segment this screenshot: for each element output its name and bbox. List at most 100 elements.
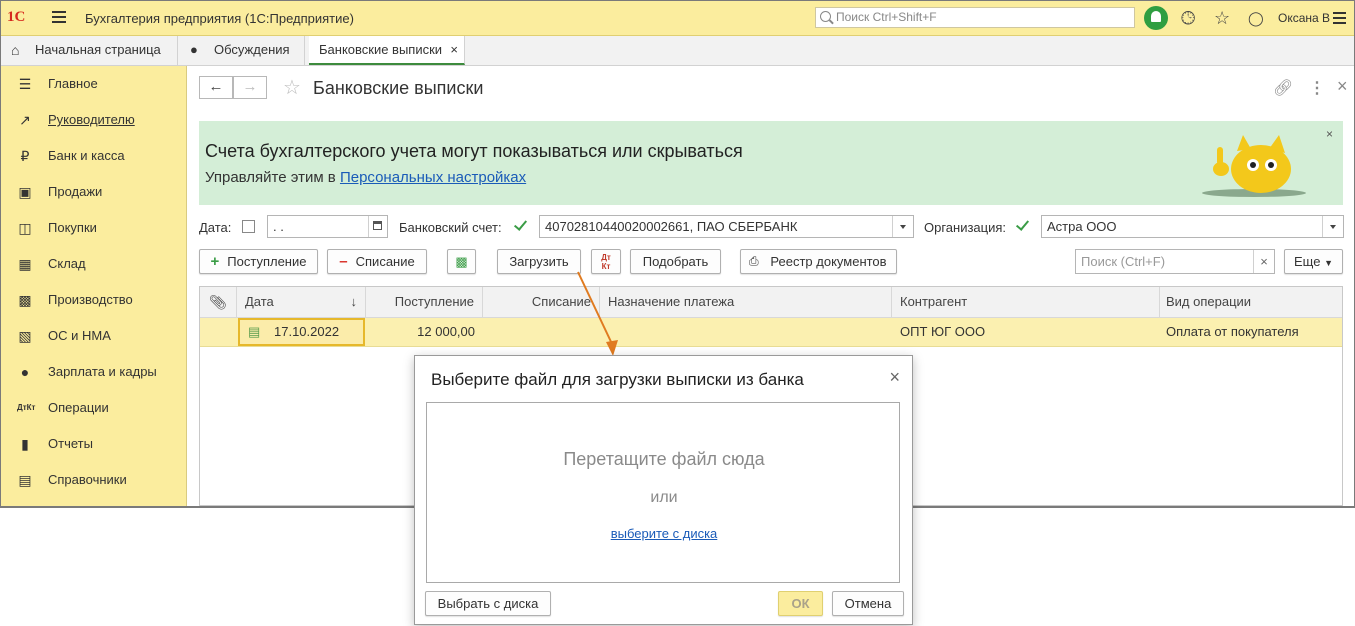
row-receipt-cell: 12 000,00: [417, 324, 475, 339]
dialog-title: Выберите файл для загрузки выписки из ба…: [431, 370, 804, 389]
file-drop-zone[interactable]: Перетащите файл сюда или выберите с диск…: [426, 402, 900, 583]
factory-icon: ▩: [18, 292, 32, 308]
favorite-star-icon[interactable]: ☆: [283, 75, 301, 100]
row-purpose-cell: [608, 318, 888, 346]
sidebar-item-fixed-assets[interactable]: ▧ ОС и НМА: [1, 318, 186, 354]
drop-hint-text: Перетащите файл сюда: [563, 449, 765, 469]
writeoff-button[interactable]: – Списание: [327, 249, 427, 274]
info-banner: Счета бухгалтерского учета могут показыв…: [199, 121, 1343, 205]
column-counterparty[interactable]: Контрагент: [892, 287, 1160, 317]
column-date[interactable]: Дата ↓: [237, 287, 366, 317]
bank-account-checkbox[interactable]: [514, 219, 527, 232]
home-icon: ⌂: [11, 42, 20, 58]
table-header: 📎︎ Дата ↓ Поступление Списание Назначение…: [200, 287, 1342, 318]
bank-account-select[interactable]: 40702810440020002661, ПАО СБЕРБАНК: [539, 215, 914, 238]
receipt-button[interactable]: + Поступление: [199, 249, 318, 274]
chat-icon: ●: [190, 42, 198, 57]
sidebar-item-main[interactable]: ☰ Главное: [1, 66, 186, 102]
load-button[interactable]: Загрузить: [497, 249, 581, 274]
row-counterparty-cell: ОПТ ЮГ ООО: [900, 324, 986, 339]
history-icon[interactable]: 🕒︎: [1181, 8, 1195, 28]
banner-close-icon[interactable]: ×: [1326, 127, 1333, 141]
ok-button[interactable]: ОК: [778, 591, 823, 616]
column-purpose[interactable]: Назначение платежа: [600, 287, 892, 317]
clear-search-icon[interactable]: ×: [1253, 250, 1274, 273]
tab-close-icon[interactable]: ×: [450, 36, 458, 64]
sidebar-item-manager[interactable]: ↗ Руководителю: [1, 102, 186, 138]
banner-title: Счета бухгалтерского учета могут показыв…: [205, 141, 743, 161]
favorites-star-icon[interactable]: ☆: [1214, 8, 1230, 28]
calendar-icon[interactable]: [368, 216, 387, 237]
sidebar-item-reports[interactable]: ▮ Отчеты: [1, 426, 186, 462]
personal-settings-link[interactable]: Персональных настройках: [340, 169, 526, 186]
system-menu-icon[interactable]: [1333, 12, 1346, 27]
column-receipt[interactable]: Поступление: [366, 287, 483, 317]
dtkt-button[interactable]: Дт Кт: [591, 249, 621, 274]
column-writeoff[interactable]: Списание: [483, 287, 600, 317]
cart-icon: ◫: [18, 220, 32, 236]
close-form-icon[interactable]: ×: [1337, 76, 1348, 97]
dtkt-icon: ДтКт: [601, 253, 611, 271]
plus-icon: +: [210, 253, 220, 270]
tab-home[interactable]: ⌂ Начальная страница: [1, 36, 178, 65]
dtkt-icon: ДтКт: [17, 403, 36, 412]
choose-from-disk-link[interactable]: выберите с диска: [427, 526, 901, 541]
row-date-cell[interactable]: ▤ 17.10.2022: [238, 318, 365, 346]
book-icon: ▤: [18, 472, 32, 488]
app-logo: 1С: [7, 9, 26, 25]
table-row[interactable]: ▤ 17.10.2022 12 000,00 ОПТ ЮГ ООО Оплата…: [200, 318, 1342, 347]
back-button[interactable]: ←: [199, 76, 233, 99]
column-operation[interactable]: Вид операции: [1160, 287, 1342, 317]
sidebar-item-bank[interactable]: ₽ Банк и касса: [1, 138, 186, 174]
mascot-cat-icon: [1202, 135, 1306, 197]
sidebar-item-sales[interactable]: ▣ Продажи: [1, 174, 186, 210]
forward-button[interactable]: →: [233, 76, 267, 99]
grid-icon: ▦: [18, 256, 32, 272]
title-bar: 1С Бухгалтерия предприятия (1С:Предприят…: [1, 1, 1354, 36]
ruble-icon: ₽: [20, 148, 30, 164]
bars-icon: ▮: [21, 436, 29, 452]
sidebar-item-purchases[interactable]: ◫ Покупки: [1, 210, 186, 246]
chevron-down-icon[interactable]: [1322, 216, 1343, 237]
sidebar-item-warehouse[interactable]: ▦ Склад: [1, 246, 186, 282]
sidebar-item-production[interactable]: ▩ Производство: [1, 282, 186, 318]
trend-icon: ↗: [19, 112, 31, 128]
sidebar-item-payroll[interactable]: ● Зарплата и кадры: [1, 354, 186, 390]
tab-bank-statements[interactable]: Банковские выписки ×: [309, 36, 465, 65]
main-menu-icon[interactable]: [52, 11, 66, 23]
sidebar-item-directories[interactable]: ▤ Справочники: [1, 462, 186, 498]
date-checkbox[interactable]: [242, 220, 255, 233]
bank-account-label: Банковский счет:: [399, 220, 502, 235]
banner-text: Управляйте этим в Персональных настройка…: [205, 169, 527, 186]
document-copy-icon: ▩: [455, 254, 468, 269]
menu-icon: ☰: [18, 76, 32, 92]
global-search-input[interactable]: Поиск Ctrl+Shift+F: [815, 7, 1135, 28]
copy-document-button[interactable]: ▩: [447, 249, 476, 274]
choose-from-disk-button[interactable]: Выбрать с диска: [425, 591, 551, 616]
organization-checkbox[interactable]: [1016, 219, 1029, 232]
search-icon: [820, 11, 831, 22]
list-search-input[interactable]: Поиск (Ctrl+F) ×: [1075, 249, 1275, 274]
date-field[interactable]: . .: [267, 215, 388, 238]
organization-select[interactable]: Астра ООО: [1041, 215, 1344, 238]
more-button[interactable]: Еще ▼: [1284, 249, 1343, 274]
dialog-close-icon[interactable]: ×: [889, 367, 900, 388]
row-operation-cell: Оплата от покупателя: [1166, 324, 1299, 339]
or-text: или: [650, 489, 678, 506]
document-registry-button[interactable]: ⎙ Реестр документов: [740, 249, 897, 274]
chevron-down-icon[interactable]: [892, 216, 913, 237]
link-icon[interactable]: 🔗︎: [1273, 78, 1293, 98]
attachment-column-icon[interactable]: 📎︎: [200, 287, 237, 317]
user-icon[interactable]: ◯: [1248, 8, 1264, 28]
user-name[interactable]: Оксана В: [1278, 11, 1330, 25]
chevron-down-icon: ▼: [1324, 258, 1333, 268]
select-button[interactable]: Подобрать: [630, 249, 721, 274]
notifications-bell-icon[interactable]: [1144, 6, 1168, 30]
printer-icon: ⎙: [749, 254, 759, 268]
box-icon: ▧: [18, 328, 32, 344]
sidebar-item-operations[interactable]: ДтКт Операции: [1, 390, 186, 426]
more-vertical-icon[interactable]: ⋮: [1309, 78, 1325, 98]
page-title: Банковские выписки: [313, 78, 484, 98]
tab-discussions[interactable]: ● Обсуждения: [178, 36, 305, 65]
cancel-button[interactable]: Отмена: [832, 591, 904, 616]
